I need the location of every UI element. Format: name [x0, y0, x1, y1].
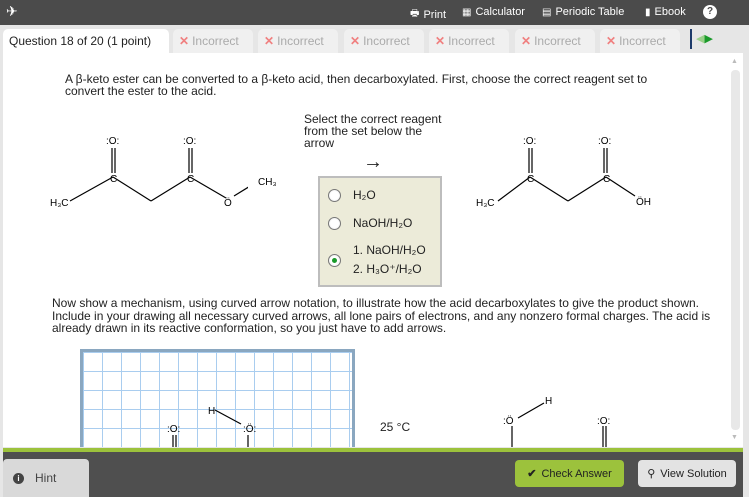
tab-incorrect[interactable]: ✕ Incorrect — [600, 29, 680, 53]
option-label: NaOH/H₂O — [353, 216, 413, 230]
tab-incorrect[interactable]: ✕ Incorrect — [429, 29, 509, 53]
x-icon: ✕ — [435, 34, 446, 48]
tab-current-question[interactable]: Question 18 of 20 (1 point) — [3, 29, 169, 53]
periodic-table-label: Periodic Table — [555, 6, 625, 18]
option-h2o[interactable]: H₂O — [328, 188, 376, 202]
check-answer-label: Check Answer — [541, 467, 612, 480]
atom-label: :O: — [106, 136, 119, 147]
tab-label: Incorrect — [448, 34, 495, 48]
atom-label: C — [187, 174, 194, 185]
book-icon: ▮ — [645, 6, 651, 18]
scroll-up-icon[interactable]: ▲ — [731, 58, 738, 65]
x-icon: ✕ — [179, 34, 190, 48]
print-label: Print — [423, 8, 447, 21]
question-panel: A β-keto ester can be converted to a β-k… — [3, 53, 743, 447]
atom-label: ÖH — [636, 196, 651, 208]
print-button[interactable]: 🖶 Print — [410, 6, 446, 23]
atom-label: Ö — [224, 197, 232, 209]
atom-label: :O: — [597, 416, 610, 427]
table-icon: ▤ — [542, 6, 552, 18]
mechanism-prompt: Now show a mechanism, using curved arrow… — [52, 296, 711, 335]
tab-label: Incorrect — [619, 34, 666, 48]
option-label: 1. NaOH/H₂O — [353, 243, 426, 257]
calculator-icon: ▦ — [462, 6, 472, 18]
atom-label: :Ö: — [243, 423, 256, 435]
calculator-button[interactable]: ▦ Calculator — [462, 6, 525, 18]
radio-button[interactable] — [328, 216, 341, 230]
x-icon: ✕ — [521, 34, 532, 48]
option-naoh-h3o[interactable]: 1. NaOH/H₂O 2. H₃O⁺/H₂O — [328, 241, 426, 279]
lightbulb-icon: ⚲ — [647, 468, 656, 480]
atom-label: C — [527, 174, 534, 185]
atom-label: H — [545, 396, 552, 407]
acid-structure: :O: :O: C C H₃C ÖH — [476, 136, 651, 209]
reagent-options: H₂O NaOH/H₂O 1. NaOH/H₂O 2. H₃O⁺/H₂O — [318, 176, 442, 287]
info-icon: i — [13, 472, 24, 484]
view-solution-label: View Solution — [660, 467, 727, 480]
x-icon: ✕ — [350, 34, 361, 48]
reagent-prompt: Select the correct reagent from the set … — [304, 112, 442, 150]
atom-label: :O: — [598, 136, 611, 147]
radio-button-selected[interactable] — [328, 253, 341, 267]
question-tabs: Question 18 of 20 (1 point) ✕ Incorrect ✕… — [0, 25, 749, 53]
radio-button[interactable] — [328, 188, 341, 202]
question-intro: A β-keto ester can be converted to a β-k… — [65, 72, 648, 98]
atom-label: :Ö — [503, 415, 514, 427]
hint-label: Hint — [35, 471, 57, 485]
ester-structure: :O: :O: C C H₃C Ö — [50, 136, 248, 209]
tab-divider — [690, 29, 692, 49]
x-icon: ✕ — [264, 34, 275, 48]
tab-incorrect[interactable]: ✕ Incorrect — [258, 29, 338, 53]
x-icon: ✕ — [606, 34, 617, 48]
footer-bar — [3, 452, 743, 497]
tab-label: Incorrect — [277, 34, 324, 48]
atom-label: :O: — [167, 424, 180, 435]
atom-label: H₃C — [476, 198, 495, 209]
help-icon[interactable]: ? — [703, 5, 717, 19]
methyl-label: CH₃ — [258, 177, 277, 188]
atom-label: :O: — [183, 136, 196, 147]
temperature-label: 25 °C — [380, 420, 411, 434]
option-label: 2. H₃O⁺/H₂O — [353, 262, 422, 276]
scrollbar-thumb[interactable] — [731, 70, 740, 430]
ebook-button[interactable]: ▮ Ebook — [645, 6, 686, 18]
scrollbar[interactable]: ▲ ▼ — [730, 58, 740, 443]
periodic-table-button[interactable]: ▤ Periodic Table — [542, 6, 624, 18]
atom-label: C — [603, 174, 610, 185]
top-bar: ✈ 🖶 Print ▦ Calculator ▤ Periodic Table ▮ Eb… — [0, 0, 749, 25]
reaction-arrow: → — [363, 151, 383, 173]
tab-incorrect[interactable]: ✕ Incorrect — [515, 29, 595, 53]
scroll-down-icon[interactable]: ▼ — [731, 434, 738, 441]
drawing-canvas[interactable]: H :O: :Ö: — [80, 349, 355, 447]
tab-nav-arrows[interactable]: ◀▶ — [696, 32, 713, 45]
product-structures: H :Ö :O: — [503, 396, 610, 447]
option-naoh[interactable]: NaOH/H₂O — [328, 216, 412, 230]
tab-label: Incorrect — [534, 34, 581, 48]
next-arrow-icon[interactable]: ▶ — [704, 33, 712, 45]
tab-label: Incorrect — [363, 34, 410, 48]
view-solution-button[interactable]: ⚲ View Solution — [638, 460, 736, 487]
option-label: H₂O — [353, 188, 376, 202]
atom-label: H — [208, 406, 215, 417]
atom-label: :O: — [523, 136, 536, 147]
tab-incorrect[interactable]: ✕ Incorrect — [344, 29, 424, 53]
calculator-label: Calculator — [475, 6, 525, 18]
printer-icon: 🖶 — [410, 8, 420, 19]
check-answer-button[interactable]: ✔ Check Answer — [515, 460, 624, 487]
acid-fragment: H :O: :Ö: — [167, 406, 256, 447]
atom-label: C — [110, 174, 117, 185]
tab-label: Incorrect — [192, 34, 239, 48]
checkmark-icon: ✔ — [527, 468, 537, 480]
hint-button[interactable]: i Hint — [3, 459, 89, 497]
atom-label: CH₃ — [258, 177, 277, 188]
logo-icon: ✈ — [6, 3, 18, 19]
tab-incorrect[interactable]: ✕ Incorrect — [173, 29, 253, 53]
atom-label: H₃C — [50, 198, 69, 209]
ebook-label: Ebook — [654, 6, 686, 18]
